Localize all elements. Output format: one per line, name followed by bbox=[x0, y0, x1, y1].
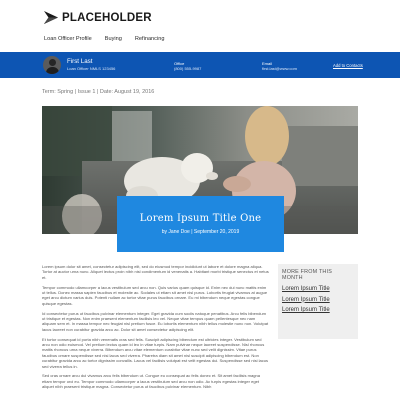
nav-loan-officer-profile[interactable]: Loan Officer Profile bbox=[44, 36, 92, 42]
article-paragraph: Tempor commodo ullamcorper a lacus vesti… bbox=[42, 284, 268, 306]
logo[interactable]: PLACEHOLDER bbox=[44, 11, 152, 24]
nav-buying[interactable]: Buying bbox=[105, 36, 122, 42]
sidebar-link[interactable]: Lorem Ipsum Title bbox=[282, 307, 354, 313]
sidebar-link[interactable]: Lorem Ipsum Title bbox=[282, 297, 354, 303]
arrow-flag-icon bbox=[44, 11, 58, 24]
issue-info: Term: Spring | Issue 1 | Date: August 19… bbox=[42, 89, 155, 95]
article-paragraph: Id consectetur purus ut faucibus pulvina… bbox=[42, 310, 269, 332]
agent-bar: First Last Loan Officer NMLS 123456 Offi… bbox=[0, 52, 400, 78]
sidebar-heading: MORE FROM THIS MONTH bbox=[282, 269, 333, 281]
agent-name: First Last bbox=[67, 58, 93, 65]
site-header: PLACEHOLDER Loan Officer Profile Buying … bbox=[0, 0, 400, 52]
sidebar-link[interactable]: Lorem Ipsum Title bbox=[282, 286, 354, 292]
agent-nmls: Loan Officer NMLS 123456 bbox=[67, 66, 116, 71]
article-paragraph: Sed cras ornare arcu dui vivamus arcu fe… bbox=[42, 373, 260, 390]
email-address[interactable]: first.last@www.com bbox=[262, 66, 297, 71]
add-to-contacts-link[interactable]: Add to Contacts bbox=[333, 63, 363, 68]
office-contact: Office (800) 555-9987 bbox=[174, 61, 201, 71]
office-phone[interactable]: (800) 555-9987 bbox=[174, 66, 201, 71]
nav-refinancing[interactable]: Refinancing bbox=[135, 36, 165, 42]
main-nav: Loan Officer Profile Buying Refinancing bbox=[44, 36, 164, 42]
more-from-month-sidebar: MORE FROM THIS MONTH Lorem Ipsum Title L… bbox=[278, 264, 358, 339]
avatar bbox=[43, 56, 61, 74]
article-paragraph: Et tortor consequat id porta nibh venena… bbox=[42, 336, 269, 369]
article-body: Lorem ipsum dolor sit amet, consectetur … bbox=[42, 264, 270, 394]
article-title: Lorem Ipsum Title One bbox=[139, 213, 262, 224]
article-paragraph: Lorem ipsum dolor sit amet, consectetur … bbox=[42, 264, 269, 280]
email-contact: Email first.last@www.com bbox=[262, 61, 297, 71]
article-byline: by Jane Doe | September 20, 2019 bbox=[161, 229, 240, 235]
logo-text: PLACEHOLDER bbox=[62, 11, 152, 24]
article-title-card: Lorem Ipsum Title One by Jane Doe | Sept… bbox=[117, 196, 284, 252]
